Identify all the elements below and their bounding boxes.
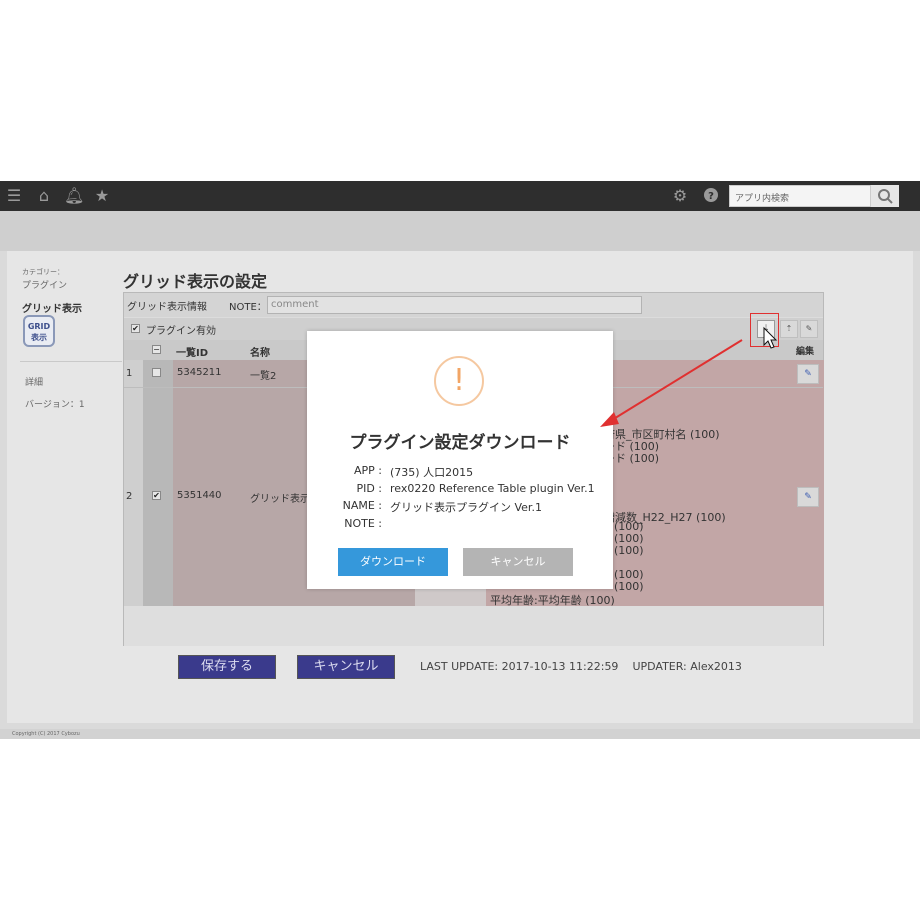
- edit-row-button[interactable]: ✎: [797, 364, 819, 384]
- bell-icon[interactable]: 🔔︎: [64, 187, 84, 205]
- row-list-id: 5351440: [177, 490, 222, 501]
- last-update-info: LAST UPDATE: 2017-10-13 11:22:59 UPDATER…: [420, 660, 742, 673]
- topbar-edge: [900, 181, 920, 211]
- name-value: グリッド表示プラグイン Ver.1: [390, 501, 542, 514]
- menu-icon[interactable]: ☰: [5, 187, 23, 205]
- star-icon[interactable]: ★: [93, 187, 111, 205]
- app-search-input[interactable]: アプリ内検索: [729, 185, 871, 207]
- download-button[interactable]: ダウンロード: [338, 548, 448, 576]
- last-update-text: LAST UPDATE: 2017-10-13 11:22:59: [420, 660, 619, 673]
- plugin-enabled-label: プラグイン有効: [146, 326, 216, 337]
- save-button[interactable]: 保存する: [178, 655, 276, 679]
- plugin-name: グリッド表示: [22, 304, 82, 315]
- column-list-id: 一覧ID: [176, 348, 209, 359]
- highlight-box: [750, 313, 779, 347]
- plugin-logo: GRID 表示: [23, 315, 55, 347]
- home-icon[interactable]: ⌂: [35, 187, 53, 205]
- cancel-button[interactable]: キャンセル: [297, 655, 395, 679]
- row-index: 2: [126, 491, 133, 502]
- logo-text-display: 表示: [31, 333, 47, 342]
- svg-text:?: ?: [708, 191, 714, 202]
- upload-icon: ⇡: [785, 324, 793, 333]
- column-name: 名称: [250, 348, 270, 359]
- help-icon[interactable]: ?: [702, 187, 720, 205]
- app-label: APP :: [354, 464, 382, 477]
- detail-link[interactable]: 詳細: [25, 375, 43, 388]
- row-index: 1: [126, 368, 133, 379]
- column-edit: 編集: [796, 347, 815, 357]
- page-header-strip: [0, 211, 920, 251]
- footer: Copyright (C) 2017 Cybozu: [0, 729, 920, 739]
- warning-icon: !: [434, 356, 484, 406]
- name-label: NAME :: [342, 499, 382, 512]
- nav-divider: [20, 361, 122, 362]
- app-value: (735) 人口2015: [390, 466, 474, 479]
- search-button[interactable]: [871, 185, 899, 207]
- upload-button[interactable]: ⇡: [780, 320, 798, 338]
- plugin-enabled-checkbox[interactable]: ✔: [131, 324, 140, 333]
- row-list-id: 5345211: [177, 367, 222, 378]
- pencil-icon: ✎: [804, 492, 812, 502]
- pid-label: PID :: [356, 482, 382, 495]
- field-item: 平均年齢:平均年齢 (100): [490, 594, 615, 607]
- category-label: カテゴリー：: [22, 268, 64, 276]
- search-icon: [878, 189, 893, 204]
- empty-cell: [415, 588, 486, 606]
- version-label: バージョン：1: [25, 400, 85, 410]
- settings-button[interactable]: ✎: [800, 320, 818, 338]
- row-checkbox[interactable]: ✔: [152, 491, 161, 500]
- field-item: (100): [614, 580, 644, 593]
- row-name: 一覧2: [250, 371, 277, 382]
- pid-value: rex0220 Reference Table plugin Ver.1: [390, 482, 595, 495]
- select-all-checkbox[interactable]: −: [152, 345, 161, 354]
- pencil-icon: ✎: [804, 369, 812, 379]
- note-label: NOTE：: [229, 302, 267, 313]
- logo-text-grid: GRID: [27, 322, 51, 331]
- top-navigation-bar: ☰ ⌂ 🔔︎ ★ ⚙ ? アプリ内検索: [0, 181, 920, 211]
- dialog-cancel-button[interactable]: キャンセル: [463, 548, 573, 576]
- gear-icon[interactable]: ⚙: [671, 187, 689, 205]
- row-checkbox[interactable]: [152, 368, 161, 377]
- dialog-title: プラグイン設定ダウンロード: [349, 433, 571, 453]
- note-label: NOTE :: [344, 517, 382, 530]
- info-label: グリッド表示情報: [127, 302, 207, 313]
- row-name: グリッド表示: [250, 494, 310, 505]
- updater-text: UPDATER: Alex2013: [632, 660, 742, 673]
- page-title: グリッド表示の設定: [123, 272, 268, 291]
- copyright-text: Copyright (C) 2017 Cybozu: [12, 731, 80, 737]
- checkbox-column: [143, 360, 173, 606]
- category-value: プラグイン: [22, 281, 68, 291]
- note-input[interactable]: comment: [267, 296, 642, 314]
- table-empty-area: [124, 606, 823, 646]
- field-item: (100): [614, 544, 644, 557]
- wrench-icon: ✎: [805, 324, 813, 333]
- edit-row-button[interactable]: ✎: [797, 487, 819, 507]
